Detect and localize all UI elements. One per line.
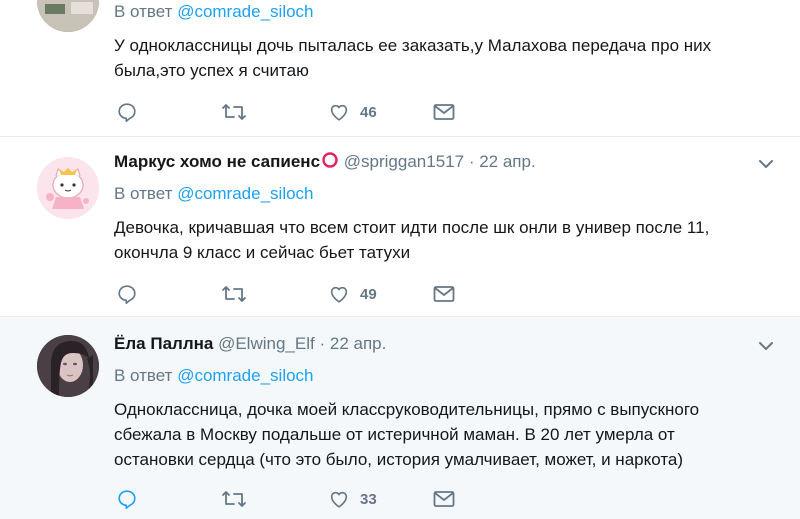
tweet-menu-button[interactable] (757, 339, 775, 353)
heart-icon (328, 101, 350, 123)
direct-message-button[interactable] (432, 282, 456, 306)
envelope-icon (432, 283, 456, 305)
like-button[interactable]: 49 (328, 282, 377, 306)
tweet-actions: 33 (116, 487, 476, 511)
reply-prefix: В ответ (114, 184, 173, 203)
envelope-icon (432, 101, 456, 123)
retweet-button[interactable] (221, 100, 257, 124)
retweet-icon (221, 283, 247, 305)
mention-link[interactable]: @comrade_siloch (177, 366, 313, 385)
tweet-text-line: сбежала в Москву подальше от истеричной … (114, 425, 675, 444)
separator-dot: · (319, 334, 326, 353)
tweet-text-line: Девочка, кричавшая что всем стоит идти п… (114, 218, 710, 237)
like-button[interactable]: 46 (328, 100, 377, 124)
separator-dot: · (468, 152, 475, 171)
tweet-text: У одноклассницы дочь пыталась ее заказат… (114, 33, 784, 83)
retweet-button[interactable] (221, 487, 257, 511)
user-handle[interactable]: @Elwing_Elf (218, 334, 315, 353)
reply-prefix: В ответ (114, 2, 173, 21)
reply-icon (116, 101, 138, 123)
tweet-actions: 46 (116, 100, 476, 124)
reply-button[interactable] (116, 100, 148, 124)
red-ring-icon (321, 151, 339, 169)
avatar[interactable] (37, 335, 99, 397)
direct-message-button[interactable] (432, 487, 456, 511)
heart-icon (328, 283, 350, 305)
like-count: 49 (360, 285, 377, 303)
tweet[interactable]: В ответ @comrade_siloch У одноклассницы … (0, 0, 800, 136)
retweet-icon (221, 488, 247, 510)
reply-context: В ответ @comrade_siloch (114, 1, 314, 23)
reply-prefix: В ответ (114, 366, 173, 385)
reply-icon (116, 283, 138, 305)
tweet-text: Девочка, кричавшая что всем стоит идти п… (114, 215, 784, 265)
tweet-actions: 49 (116, 282, 476, 306)
heart-icon (328, 488, 350, 510)
envelope-icon (432, 488, 456, 510)
tweet-header: Ёла Паллна @Elwing_Elf · 22 апр. (114, 333, 386, 355)
reply-context: В ответ @comrade_siloch (114, 365, 314, 387)
display-name[interactable]: Маркус хомо не сапиенс (114, 152, 320, 171)
avatar[interactable] (37, 157, 99, 219)
retweet-button[interactable] (221, 282, 257, 306)
reply-button[interactable] (116, 282, 148, 306)
like-count: 33 (360, 490, 377, 508)
chevron-down-icon (757, 157, 775, 171)
tweet-date[interactable]: 22 апр. (479, 152, 535, 171)
reply-icon (116, 488, 138, 510)
direct-message-button[interactable] (432, 100, 456, 124)
chevron-down-icon (757, 339, 775, 353)
tweet-text-line: была,это успех я считаю (114, 61, 309, 80)
display-name[interactable]: Ёла Паллна (114, 334, 213, 353)
tweet-text-line: У одноклассницы дочь пыталась ее заказат… (114, 36, 712, 55)
tweet-text-line: остановки сердца (что это было, история … (114, 450, 684, 469)
tweet-menu-button[interactable] (757, 157, 775, 171)
reply-context: В ответ @comrade_siloch (114, 183, 314, 205)
user-handle[interactable]: @spriggan1517 (344, 152, 464, 171)
tweet-text-line: окончла 9 класс и сейчас бьет татухи (114, 243, 411, 262)
tweet-feed: В ответ @comrade_siloch У одноклассницы … (0, 0, 800, 519)
mention-link[interactable]: @comrade_siloch (177, 2, 313, 21)
tweet[interactable]: Ёла Паллна @Elwing_Elf · 22 апр. В ответ… (0, 316, 800, 519)
tweet-text-line: Одноклассница, дочка моей классруководит… (114, 400, 700, 419)
tweet-date[interactable]: 22 апр. (330, 334, 386, 353)
avatar[interactable] (37, 0, 99, 32)
reply-button[interactable] (116, 487, 148, 511)
mention-link[interactable]: @comrade_siloch (177, 184, 313, 203)
retweet-icon (221, 101, 247, 123)
tweet-header: Маркус хомо не сапиенс @spriggan1517 · 2… (114, 151, 536, 173)
tweet-text: Одноклассница, дочка моей классруководит… (114, 397, 784, 472)
like-count: 46 (360, 103, 377, 121)
tweet[interactable]: Маркус хомо не сапиенс @spriggan1517 · 2… (0, 136, 800, 316)
like-button[interactable]: 33 (328, 487, 377, 511)
